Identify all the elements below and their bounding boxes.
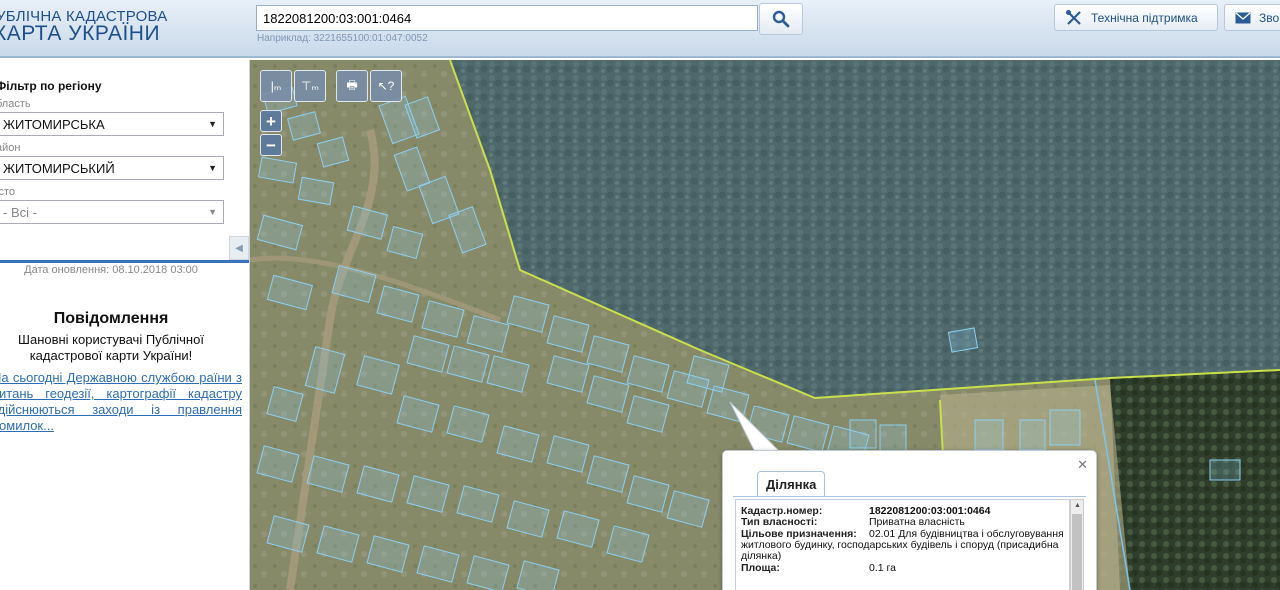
search-input[interactable] xyxy=(256,5,758,31)
region-label: бласть xyxy=(0,98,31,110)
pointer-question-icon: ↖? xyxy=(377,79,395,93)
search-button[interactable] xyxy=(759,3,803,35)
search-icon xyxy=(772,10,790,28)
district-label: айон xyxy=(0,142,21,154)
collapse-sidebar-button[interactable]: ◀ xyxy=(229,236,249,260)
measure-distance-button[interactable]: |ₘ xyxy=(260,70,292,102)
tab-parcel[interactable]: Ділянка xyxy=(757,471,826,497)
scroll-up-icon: ▲ xyxy=(1074,502,1081,509)
ruler-icon: |ₘ xyxy=(270,79,282,93)
detail-value: 02.01 Для будівництва і обслуговування ж… xyxy=(741,528,1064,562)
popup-scrollbar[interactable]: ▲ xyxy=(1070,499,1084,590)
map-toolbar: |ₘ ⊤ₘ 🖶 ↖? xyxy=(260,70,402,102)
update-date: Дата оновлення: 08.10.2018 03:00 xyxy=(24,264,198,276)
dropdown-arrow-icon: ▼ xyxy=(208,119,217,129)
zoom-in-button[interactable]: + xyxy=(260,110,282,132)
detail-key: Площа: xyxy=(741,562,780,574)
header: УБЛІЧНА КАДАСТРОВА КАРТА УКРАЇНИ Наприкл… xyxy=(0,0,1280,58)
tools-icon xyxy=(1066,9,1081,25)
tab-divider xyxy=(733,496,1086,497)
sidebar: Фільтр по регіону бласть ЖИТОМИРСЬКА ▼ а… xyxy=(0,60,250,590)
divider xyxy=(0,260,249,263)
support-label: Технічна підтримка xyxy=(1091,10,1198,25)
filter-title: Фільтр по регіону xyxy=(0,79,102,93)
measure-area-button[interactable]: ⊤ₘ xyxy=(294,70,326,102)
notice-title: Повідомлення xyxy=(53,310,169,327)
city-label: істо xyxy=(0,186,15,198)
zoom-out-button[interactable]: − xyxy=(260,134,282,156)
support-button[interactable]: Технічна підтримка xyxy=(1054,4,1218,31)
city-select[interactable]: - Всі - ▼ xyxy=(0,200,224,224)
identify-button[interactable]: ↖? xyxy=(370,70,402,102)
city-value: - Всі - xyxy=(3,205,37,220)
parcel-popup: ✕ Ділянка Кадастр.номер: 1822081200:03:0… xyxy=(722,450,1097,590)
map-view[interactable]: |ₘ ⊤ₘ 🖶 ↖? + − ✕ Ділянка Кадастр.номер: … xyxy=(250,60,1280,590)
logo-line2: КАРТА УКРАЇНИ xyxy=(0,22,161,45)
feedback-button[interactable]: Зво xyxy=(1224,4,1280,31)
print-icon: 🖶 xyxy=(346,77,358,92)
dropdown-arrow-icon: ▼ xyxy=(208,207,217,217)
detail-value: Приватна власність xyxy=(869,516,965,528)
close-icon[interactable]: ✕ xyxy=(1077,457,1088,473)
mail-icon xyxy=(1235,12,1251,23)
dropdown-arrow-icon: ▼ xyxy=(208,163,217,173)
area-icon: ⊤ₘ xyxy=(301,79,319,93)
notice-text: Шановні користувачі Публічної кадастрово… xyxy=(18,332,204,363)
region-select[interactable]: ЖИТОМИРСЬКА ▼ xyxy=(0,112,224,136)
district-value: ЖИТОМИРСЬКИЙ xyxy=(3,161,115,176)
chevron-left-icon: ◀ xyxy=(235,242,243,254)
region-value: ЖИТОМИРСЬКА xyxy=(3,117,105,132)
scroll-thumb[interactable] xyxy=(1072,514,1082,590)
detail-value: 0.1 га xyxy=(869,562,896,574)
notice-link[interactable]: На сьогодні Державною службою раїни з пи… xyxy=(0,370,242,434)
parcel-details: Кадастр.номер: 1822081200:03:001:0464 Ти… xyxy=(735,499,1070,590)
district-select[interactable]: ЖИТОМИРСЬКИЙ ▼ xyxy=(0,156,224,180)
search-example: Наприклад: 3221655100:01:047:0052 xyxy=(257,33,428,44)
feedback-label: Зво xyxy=(1259,10,1280,25)
print-button[interactable]: 🖶 xyxy=(336,70,368,102)
detail-key: Тип власності: xyxy=(741,516,818,528)
